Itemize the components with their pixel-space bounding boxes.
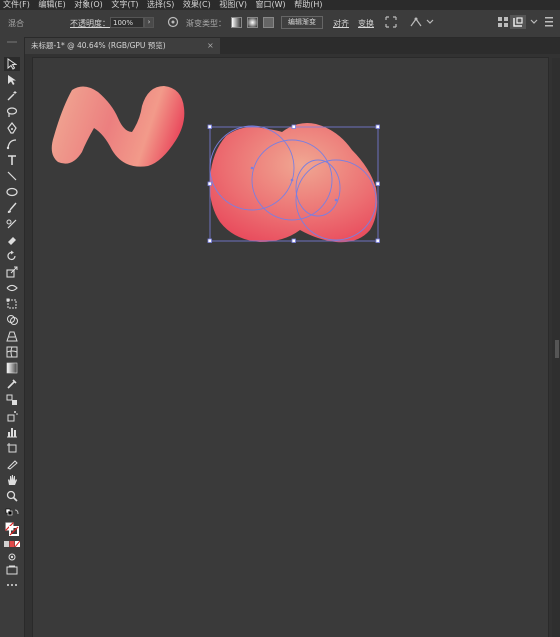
gradient-blob-shape[interactable] [209,123,378,243]
gradient-ribbon-shape[interactable] [51,86,185,167]
bbox-handle-br[interactable] [375,238,380,243]
bbox-handle-tr[interactable] [375,124,380,129]
artwork-layer [51,86,380,243]
bbox-handle-bl[interactable] [207,238,212,243]
bbox-handle-bc[interactable] [291,238,296,243]
bbox-handle-ml[interactable] [207,181,212,186]
bbox-handle-tl[interactable] [207,124,212,129]
bbox-handle-tc[interactable] [291,124,296,129]
bbox-handle-mr[interactable] [375,181,380,186]
